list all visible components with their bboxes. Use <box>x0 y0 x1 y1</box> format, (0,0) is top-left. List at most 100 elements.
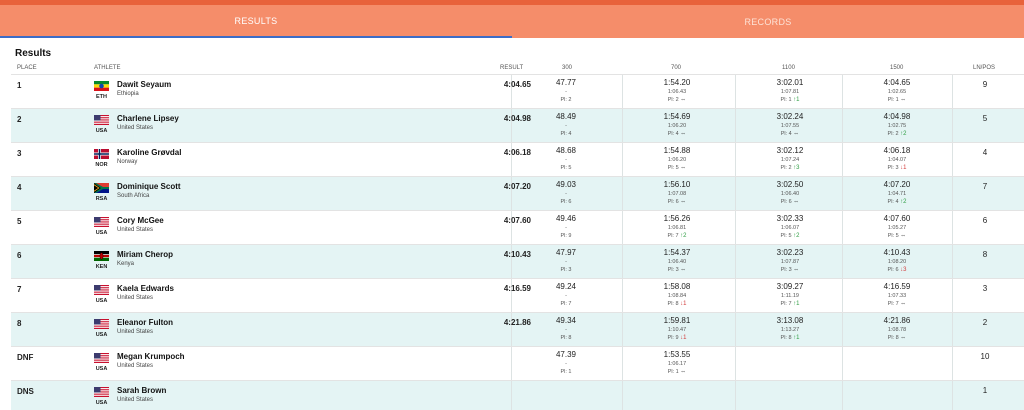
split-place: Pl: 6 ⇔ <box>735 198 845 207</box>
split-cell-1100: 3:13.08 1:13.27 Pl: 8 ↑1 <box>735 316 845 343</box>
split-time: 3:09.27 <box>776 282 804 291</box>
country-code: USA <box>95 128 108 134</box>
table-row[interactable]: 4 RSA Dominique Scott South Africa 4:07.20 49… <box>11 176 1024 211</box>
athlete-name-link[interactable]: Dominique Scott <box>117 182 181 191</box>
split-time: 4:07.20 <box>883 180 911 189</box>
split-cell-700: 1:58.08 1:08.84 Pl: 8 ↓1 <box>622 282 732 309</box>
table-row[interactable]: 2 USA Charlene Lipsey United States 4:04.98 4… <box>11 108 1024 143</box>
table-row[interactable]: 6 KEN Miriam Cherop Kenya 4:10.43 47.97 - Pl: 3… <box>11 244 1024 279</box>
split-gap: - <box>565 259 567 265</box>
column-divider <box>952 279 953 313</box>
position-change-up-icon: ↑1 <box>793 301 800 307</box>
table-row[interactable]: 3 NOR Karoline Grøvdal Norway 4:06.18 48.68 - P… <box>11 142 1024 177</box>
column-divider <box>735 347 736 381</box>
position-change-down-icon: ↓1 <box>680 301 687 307</box>
position-change-same-icon: ⇔ <box>900 97 907 103</box>
split-cell-300: 47.39 - Pl: 1 <box>511 350 621 377</box>
split-place-label: Pl: 6 <box>887 267 899 273</box>
athlete-name-link[interactable]: Kaela Edwards <box>117 284 174 293</box>
split-cell-1500: 4:04.65 1:02.65 Pl: 1 ⇔ <box>842 78 952 105</box>
column-divider <box>842 381 843 410</box>
split-time: 47.77 <box>555 78 577 87</box>
split-gap: 1:06.20 <box>667 157 687 163</box>
split-gap: 1:07.87 <box>780 259 800 265</box>
athlete-name-link[interactable]: Sarah Brown <box>117 386 166 395</box>
position-change-same-icon: ⇔ <box>793 199 800 205</box>
table-row[interactable]: DNF USA Megan Krumpoch United States 47.39 - P… <box>11 346 1024 381</box>
split-gap: 1:02.75 <box>887 123 907 129</box>
split-cell-1500: 4:16.59 1:07.33 Pl: 7 ⇔ <box>842 282 952 309</box>
position-change-up-icon: ↑2 <box>680 233 687 239</box>
athlete-country: South Africa <box>117 193 150 199</box>
split-place: Pl: 7 ↑2 <box>622 232 732 241</box>
column-divider <box>952 177 953 211</box>
table-row[interactable]: 8 USA Eleanor Fulton United States 4:21.86 49… <box>11 312 1024 347</box>
split-time: 3:02.50 <box>776 180 804 189</box>
split-place-label: Pl: 1 <box>780 97 792 103</box>
split-place: Pl: 5 <box>511 164 621 173</box>
split-place: Pl: 3 <box>511 266 621 275</box>
split-place-label: Pl: 3 <box>667 267 679 273</box>
section-title: Results <box>15 48 52 59</box>
split-place: Pl: 5 ↑2 <box>735 232 845 241</box>
athlete-name-link[interactable]: Miriam Cherop <box>117 250 173 259</box>
tab-records[interactable]: RECORDS <box>512 5 1024 38</box>
split-gap: 1:07.08 <box>667 191 687 197</box>
split-place-label: Pl: 8 <box>667 301 679 307</box>
athlete-name-link[interactable]: Cory McGee <box>117 216 164 225</box>
lane-position: 2 <box>982 318 988 327</box>
position-change-down-icon: ↓1 <box>680 335 687 341</box>
split-place: Pl: 5 ⇔ <box>622 164 732 173</box>
col-700: 700 <box>671 65 682 71</box>
table-row[interactable]: 5 USA Cory McGee United States 4:07.60 49.46 -… <box>11 210 1024 245</box>
tab-results[interactable]: RESULTS <box>0 5 512 38</box>
athlete-name-link[interactable]: Dawit Seyaum <box>117 80 171 89</box>
split-place: Pl: 4 <box>511 130 621 139</box>
athlete-name-link[interactable]: Eleanor Fulton <box>117 318 173 327</box>
usa-flag-icon <box>94 387 109 397</box>
split-cell-1500: 4:07.60 1:05.27 Pl: 5 ⇔ <box>842 214 952 241</box>
split-gap: 1:04.07 <box>887 157 907 163</box>
split-place-label: Pl: 6 <box>780 199 792 205</box>
split-gap: 1:07.24 <box>780 157 800 163</box>
table-row[interactable]: DNS USA Sarah Brown United States 1 <box>11 380 1024 410</box>
split-gap: - <box>565 123 567 129</box>
split-place-label: Pl: 5 <box>667 165 679 171</box>
lane-position: 4 <box>982 148 988 157</box>
split-cell-1100: 3:02.50 1:06.40 Pl: 6 ⇔ <box>735 180 845 207</box>
place-cell: 1 <box>17 81 22 90</box>
split-cell-300: 49.03 - Pl: 6 <box>511 180 621 207</box>
lane-position: 6 <box>982 216 988 225</box>
split-place-label: Pl: 9 <box>667 335 679 341</box>
column-divider <box>511 381 512 410</box>
split-place-label: Pl: 7 <box>887 301 899 307</box>
athlete-name-link[interactable]: Megan Krumpoch <box>117 352 185 361</box>
col-athlete: ATHLETE <box>94 65 121 71</box>
split-cell-300: 49.46 - Pl: 9 <box>511 214 621 241</box>
athlete-name-link[interactable]: Charlene Lipsey <box>117 114 179 123</box>
split-cell-700: 1:54.37 1:06.40 Pl: 3 ⇔ <box>622 248 732 275</box>
split-time: 1:58.08 <box>663 282 691 291</box>
split-place: Pl: 6 <box>511 198 621 207</box>
split-gap: 1:06.17 <box>667 361 687 367</box>
split-time: 4:21.86 <box>883 316 911 325</box>
athlete-name-link[interactable]: Karoline Grøvdal <box>117 148 181 157</box>
split-cell-1100: 3:02.12 1:07.24 Pl: 2 ↑3 <box>735 146 845 173</box>
athlete-country: Kenya <box>117 261 135 267</box>
table-row[interactable]: 1 ETH Dawit Seyaum Ethiopia 4:04.65 47.77 - Pl:… <box>11 74 1024 109</box>
split-cell-1500: 4:04.98 1:02.75 Pl: 2 ↑2 <box>842 112 952 139</box>
split-place: Pl: 6 ↓3 <box>842 266 952 275</box>
split-place: Pl: 3 ↓1 <box>842 164 952 173</box>
split-time: 1:54.69 <box>663 112 691 121</box>
split-place-label: Pl: 8 <box>560 335 572 341</box>
split-gap: - <box>565 225 567 231</box>
split-gap: 1:06.20 <box>667 123 687 129</box>
lane-position: 3 <box>982 284 988 293</box>
split-place-label: Pl: 9 <box>560 233 572 239</box>
split-time: 4:04.98 <box>883 112 911 121</box>
split-cell-1100: 3:02.33 1:06.07 Pl: 5 ↑2 <box>735 214 845 241</box>
split-place: Pl: 8 ↑1 <box>735 334 845 343</box>
split-time: 3:02.01 <box>776 78 804 87</box>
rsa-flag-icon <box>94 183 109 193</box>
table-row[interactable]: 7 USA Kaela Edwards United States 4:16.59 49.… <box>11 278 1024 313</box>
